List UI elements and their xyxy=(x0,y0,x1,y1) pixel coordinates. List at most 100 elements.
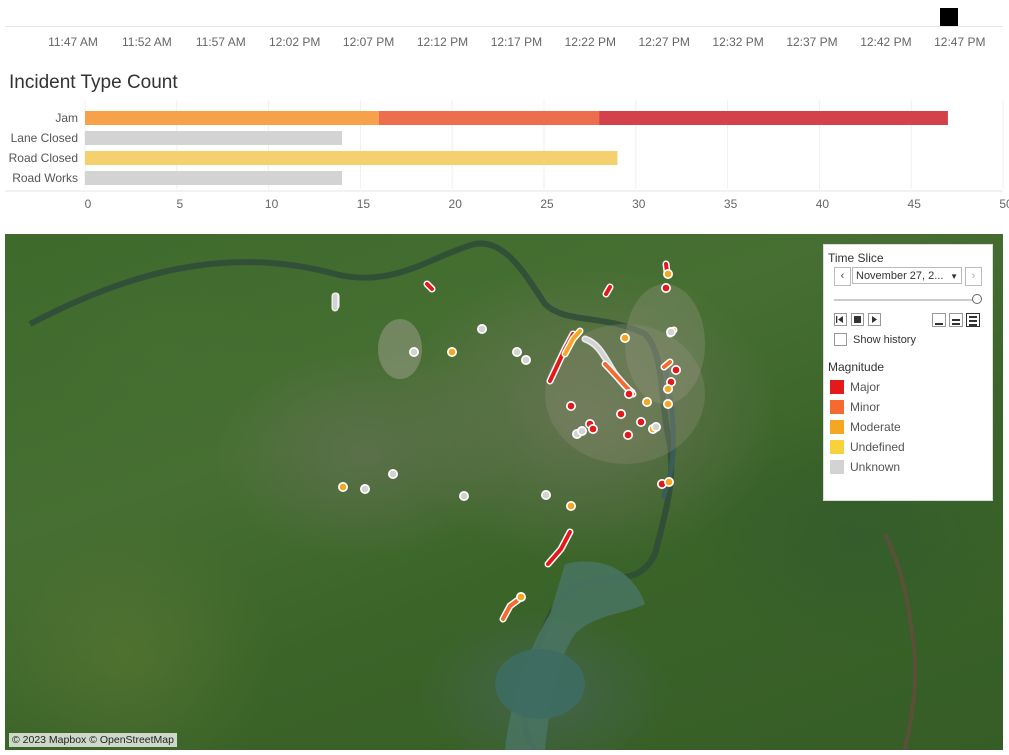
incident-marker-unknown[interactable] xyxy=(652,423,660,431)
speed-slow-icon xyxy=(935,323,943,325)
x-tick-label: 30 xyxy=(632,197,646,211)
speed-fast-icon xyxy=(969,316,977,326)
legend-swatch xyxy=(830,460,844,474)
time-slice-slider-track[interactable] xyxy=(834,299,975,301)
timeline-tick-label: 12:17 PM xyxy=(490,35,543,49)
speed-fast-button[interactable] xyxy=(966,313,980,327)
incident-marker-unknown[interactable] xyxy=(667,328,675,336)
incident-marker-moderate[interactable] xyxy=(665,478,673,486)
incident-marker-major[interactable] xyxy=(672,366,680,374)
x-tick-label: 10 xyxy=(265,197,279,211)
legend-label: Undefined xyxy=(850,440,905,454)
bar-segment-undefined[interactable] xyxy=(85,151,618,165)
step-back-button[interactable] xyxy=(834,313,847,326)
timeline-tick-label: 11:52 AM xyxy=(121,35,172,49)
play-icon xyxy=(872,316,877,323)
incident-marker-major[interactable] xyxy=(589,425,597,433)
timeline-tick-label: 12:32 PM xyxy=(712,35,764,49)
incident-marker-moderate[interactable] xyxy=(664,400,672,408)
incident-marker-moderate[interactable] xyxy=(664,270,672,278)
current-time-marker[interactable] xyxy=(940,8,958,26)
incident-marker-major[interactable] xyxy=(625,390,633,398)
timeline-tick-label: 12:02 PM xyxy=(269,35,321,49)
incident-marker-unknown[interactable] xyxy=(542,491,550,499)
time-slice-value: November 27, 2... xyxy=(856,270,944,282)
legend-panel: Time Slice ‹ November 27, 2... ▼ › Show … xyxy=(823,244,993,501)
incident-marker-major[interactable] xyxy=(624,431,632,439)
bar-segment-major[interactable] xyxy=(599,111,948,125)
timeline-axis-line xyxy=(5,26,1003,27)
incident-marker-moderate[interactable] xyxy=(339,483,347,491)
show-history-label: Show history xyxy=(853,334,916,346)
time-slice-title: Time Slice xyxy=(828,251,884,265)
bar-segment-unknown[interactable] xyxy=(85,131,343,145)
legend-label: Minor xyxy=(850,400,881,414)
incident-marker-moderate[interactable] xyxy=(517,593,525,601)
legend-swatch xyxy=(830,380,844,394)
legend-swatch xyxy=(830,420,844,434)
timeline-tick-label: 12:47 PM xyxy=(934,35,986,49)
incident-marker-major[interactable] xyxy=(617,410,625,418)
timeline-tick-label: 12:12 PM xyxy=(416,35,469,49)
x-tick-label: 25 xyxy=(540,197,554,211)
incident-marker-major[interactable] xyxy=(567,402,575,410)
time-slice-slider-handle[interactable] xyxy=(972,294,982,304)
x-tick-label: 40 xyxy=(816,197,830,211)
time-slice-next-button[interactable]: › xyxy=(965,267,982,286)
category-label: Road Closed xyxy=(9,151,78,165)
incident-marker-moderate[interactable] xyxy=(567,502,575,510)
step-back-icon xyxy=(836,316,843,323)
incident-marker-moderate[interactable] xyxy=(448,348,456,356)
time-slice-prev-button[interactable]: ‹ xyxy=(834,267,851,286)
chevron-down-icon: ▼ xyxy=(950,272,958,281)
legend-label: Moderate xyxy=(850,420,901,434)
incident-marker-unknown[interactable] xyxy=(361,485,369,493)
incident-marker-moderate[interactable] xyxy=(664,385,672,393)
bar-segment-minor[interactable] xyxy=(378,111,600,125)
magnitude-legend-title: Magnitude xyxy=(828,360,885,374)
incident-marker-unknown[interactable] xyxy=(389,470,397,478)
incident-type-bar-chart: Jam Lane Closed Road Closed Road Works 0 5 10 1… xyxy=(0,100,1009,225)
timeline-tick-label: 12:37 PM xyxy=(786,35,838,49)
incident-marker-moderate[interactable] xyxy=(621,334,629,342)
incident-marker-unknown[interactable] xyxy=(460,492,468,500)
legend-label: Major xyxy=(850,380,881,394)
time-slice-dropdown[interactable]: November 27, 2... ▼ xyxy=(852,267,962,284)
timeline-tick-label: 12:07 PM xyxy=(342,35,395,49)
incident-marker-moderate[interactable] xyxy=(643,398,651,406)
play-button[interactable] xyxy=(868,313,881,326)
incident-marker-major[interactable] xyxy=(637,418,645,426)
category-label: Road Works xyxy=(12,171,78,185)
river-bay xyxy=(495,649,585,719)
east-river xyxy=(883,533,918,750)
incident-marker-unknown[interactable] xyxy=(513,348,521,356)
category-label: Jam xyxy=(55,111,78,125)
bar-segment-moderate[interactable] xyxy=(85,111,379,125)
show-history-checkbox[interactable] xyxy=(834,333,847,346)
bar-chart-svg: Jam Lane Closed Road Closed Road Works 0 5 10 1… xyxy=(5,100,1009,211)
x-tick-label: 35 xyxy=(724,197,738,211)
category-label: Lane Closed xyxy=(11,131,78,145)
timeline-tick-label: 12:22 PM xyxy=(564,35,616,49)
x-tick-label: 15 xyxy=(357,197,371,211)
bar-segment-unknown[interactable] xyxy=(85,171,343,185)
incident-marker-unknown[interactable] xyxy=(578,427,586,435)
stop-button[interactable] xyxy=(851,313,864,326)
map-attribution[interactable]: © 2023 Mapbox © OpenStreetMap xyxy=(9,733,177,747)
timeline-tick-label: 11:47 AM xyxy=(48,35,98,49)
speed-slow-button[interactable] xyxy=(932,313,946,327)
timeline-tick-label: 11:57 AM xyxy=(195,35,246,49)
speed-medium-button[interactable] xyxy=(949,313,963,327)
incident-marker-unknown[interactable] xyxy=(478,325,486,333)
incident-marker-unknown[interactable] xyxy=(522,356,530,364)
timeline-tick-label: 12:42 PM xyxy=(860,35,912,49)
x-tick-label: 20 xyxy=(449,197,463,211)
x-tick-label: 45 xyxy=(908,197,922,211)
incident-marker-unknown[interactable] xyxy=(410,348,418,356)
timeline-tick-label: 12:27 PM xyxy=(638,35,690,49)
incident-marker-major[interactable] xyxy=(662,284,670,292)
chevron-left-icon: ‹ xyxy=(840,270,845,282)
time-slider-timeline[interactable]: 11:47 AM 11:52 AM 11:57 AM 12:02 PM 12:07 PM… xyxy=(0,0,1009,60)
legend-label: Unknown xyxy=(850,460,901,474)
speed-medium-icon xyxy=(952,319,960,325)
